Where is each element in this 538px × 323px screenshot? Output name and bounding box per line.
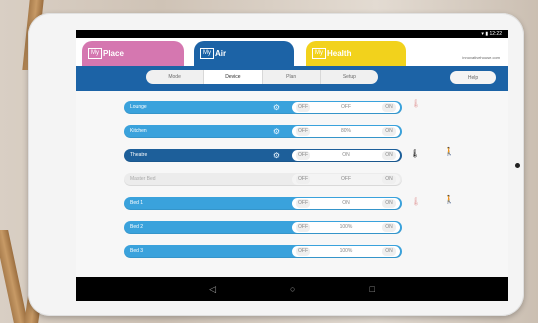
gear-icon[interactable]: ⚙ <box>272 103 281 112</box>
status-bar: ▾ ▮ 12:22 <box>76 30 508 38</box>
zone-value: ON <box>342 200 350 206</box>
on-button[interactable]: ON <box>382 151 396 160</box>
battery-icon: ▮ <box>485 31 489 37</box>
on-button[interactable]: ON <box>382 103 396 112</box>
zone-control: OFF OFF ON <box>292 174 400 185</box>
recent-apps-icon[interactable]: □ <box>369 284 374 294</box>
tab-myhealth-box: My <box>312 48 326 59</box>
zone-control: OFF ON ON <box>292 150 400 161</box>
off-button[interactable]: OFF <box>296 127 310 136</box>
on-button[interactable]: ON <box>382 175 396 184</box>
zone-value: 80% <box>340 128 351 134</box>
brand-bar: My Place My Air My Health innovativehous… <box>76 38 508 66</box>
zone-row-bed-1[interactable]: Bed 1 OFF ON ON <box>124 197 402 210</box>
on-button[interactable]: ON <box>382 247 396 256</box>
website-label: innovativehouse.com <box>462 55 500 60</box>
tab-myair-box: My <box>200 48 214 59</box>
zone-control: OFF 80% ON <box>292 126 400 137</box>
person-icon: 🚶 <box>444 147 454 156</box>
zone-control: OFF OFF ON <box>292 102 400 113</box>
android-nav-bar: ◁ ○ □ <box>76 277 508 301</box>
zone-value: 100% <box>339 248 353 254</box>
zone-row-lounge[interactable]: Lounge ⚙ OFF OFF ON <box>124 101 402 114</box>
zone-label: Theatre <box>130 152 148 158</box>
status-time: 12:22 <box>489 31 502 37</box>
thermometer-icon: 🌡 <box>411 99 422 108</box>
off-button[interactable]: OFF <box>296 175 310 184</box>
tab-plan[interactable]: Plan <box>263 70 321 84</box>
zone-value: OFF <box>341 176 351 182</box>
tab-myair-label: Air <box>215 49 227 58</box>
off-button[interactable]: OFF <box>296 223 310 232</box>
zone-label: Bed 3 <box>130 248 144 254</box>
nav-segmented-control: Mode Device Plan Setup <box>146 70 378 84</box>
zone-control: OFF 100% ON <box>292 246 400 257</box>
zone-row-bed-3[interactable]: Bed 3 OFF 100% ON <box>124 245 402 258</box>
zone-value: ON <box>342 152 350 158</box>
gear-icon[interactable]: ⚙ <box>272 127 281 136</box>
thermometer-icon: 🌡 <box>411 197 422 206</box>
camera-icon <box>515 163 520 168</box>
thermometer-icon: 🌡 <box>410 149 421 158</box>
tab-myhealth[interactable]: My Health <box>306 41 406 66</box>
tablet-screen: ▾ ▮ 12:22 My Place My Air My Health inno… <box>76 30 508 301</box>
tab-setup[interactable]: Setup <box>321 70 378 84</box>
tab-myplace-label: Place <box>103 49 124 58</box>
tab-myair[interactable]: My Air <box>194 41 294 66</box>
zone-value: 100% <box>339 224 353 230</box>
zone-label: Bed 2 <box>130 224 144 230</box>
home-icon[interactable]: ○ <box>290 284 295 294</box>
tab-myhealth-label: Health <box>327 49 352 58</box>
tablet-device: ▾ ▮ 12:22 My Place My Air My Health inno… <box>28 13 524 316</box>
nav-bar: Mode Device Plan Setup Help <box>76 66 508 91</box>
zone-label: Kitchen <box>130 128 147 134</box>
zone-row-theatre[interactable]: Theatre ⚙ OFF ON ON <box>124 149 402 162</box>
tab-mode[interactable]: Mode <box>146 70 205 84</box>
zone-label: Master Bed <box>130 176 156 182</box>
zone-label: Bed 1 <box>130 200 144 206</box>
zone-row-bed-2[interactable]: Bed 2 OFF 100% ON <box>124 221 402 234</box>
gear-icon[interactable]: ⚙ <box>272 151 281 160</box>
off-button[interactable]: OFF <box>296 247 310 256</box>
zone-list: Lounge ⚙ OFF OFF ON Kitchen ⚙ OFF 80% ON <box>76 91 508 277</box>
help-button[interactable]: Help <box>450 71 496 84</box>
on-button[interactable]: ON <box>382 127 396 136</box>
wifi-icon: ▾ <box>481 31 484 37</box>
zone-row-kitchen[interactable]: Kitchen ⚙ OFF 80% ON <box>124 125 402 138</box>
zone-row-master-bed[interactable]: Master Bed OFF OFF ON <box>124 173 402 186</box>
zone-value: OFF <box>341 104 351 110</box>
back-icon[interactable]: ◁ <box>209 284 216 295</box>
on-button[interactable]: ON <box>382 223 396 232</box>
off-button[interactable]: OFF <box>296 199 310 208</box>
person-icon: 🚶 <box>444 195 454 204</box>
off-button[interactable]: OFF <box>296 151 310 160</box>
tab-myplace[interactable]: My Place <box>82 41 184 66</box>
on-button[interactable]: ON <box>382 199 396 208</box>
off-button[interactable]: OFF <box>296 103 310 112</box>
tab-myplace-box: My <box>88 48 102 59</box>
zone-label: Lounge <box>130 104 147 110</box>
zone-control: OFF ON ON <box>292 198 400 209</box>
zone-control: OFF 100% ON <box>292 222 400 233</box>
tab-device[interactable]: Device <box>204 70 263 84</box>
